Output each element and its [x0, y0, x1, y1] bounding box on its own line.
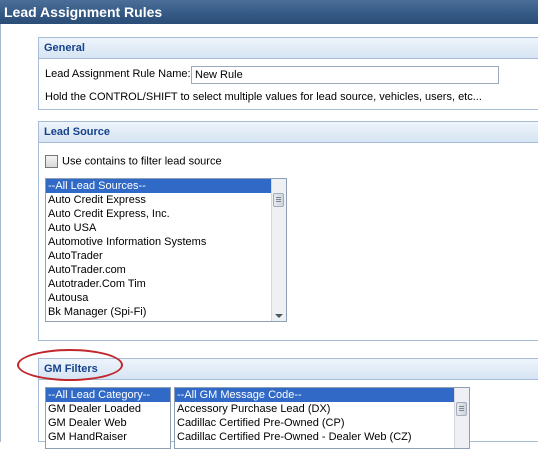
rule-name-input[interactable]: [191, 66, 499, 84]
list-item[interactable]: Autousa: [46, 291, 286, 305]
list-item[interactable]: Accessory Purchase Lead (DX): [175, 402, 469, 416]
annotation-circle: [17, 349, 123, 381]
general-heading: General: [39, 38, 538, 59]
list-item[interactable]: --All Lead Sources--: [46, 179, 286, 193]
lead-source-list[interactable]: --All Lead Sources-- Auto Credit Express…: [45, 178, 287, 322]
gm-message-code-scrollbar[interactable]: [454, 388, 469, 448]
contains-filter-row[interactable]: Use contains to filter lead source: [45, 155, 222, 168]
list-item[interactable]: Auto USA: [46, 221, 286, 235]
contains-filter-checkbox[interactable]: [45, 155, 58, 168]
window-title: Lead Assignment Rules: [0, 0, 538, 24]
general-panel: General Lead Assignment Rule Name: Hold …: [38, 37, 538, 110]
list-item[interactable]: Auto Credit Express: [46, 193, 286, 207]
lead-source-panel: Lead Source Use contains to filter lead …: [38, 121, 538, 341]
list-item[interactable]: Automotive Information Systems: [46, 235, 286, 249]
list-item[interactable]: --All GM Message Code--: [175, 388, 455, 402]
contains-filter-label: Use contains to filter lead source: [62, 155, 222, 168]
list-item[interactable]: Autotrader.Com Tim: [46, 277, 286, 291]
list-item[interactable]: Cadillac Certified Pre-Owned (CP): [175, 416, 469, 430]
lead-source-heading: Lead Source: [39, 122, 538, 143]
list-item[interactable]: GM Dealer Web: [46, 416, 170, 430]
gm-message-code-list[interactable]: --All GM Message Code-- Accessory Purcha…: [174, 387, 470, 449]
list-item[interactable]: --All Lead Category--: [46, 388, 170, 402]
rule-name-label: Lead Assignment Rule Name:: [45, 68, 191, 80]
multi-select-hint: Hold the CONTROL/SHIFT to select multipl…: [45, 91, 482, 103]
list-item[interactable]: AutoTrader: [46, 249, 286, 263]
list-item[interactable]: AutoTrader.com: [46, 263, 286, 277]
gm-category-list[interactable]: --All Lead Category-- GM Dealer Loaded G…: [45, 387, 171, 449]
list-item[interactable]: Bk Manager (Spi-Fi): [46, 305, 286, 319]
list-item[interactable]: Auto Credit Express, Inc.: [46, 207, 286, 221]
scrollbar-thumb[interactable]: [456, 402, 467, 416]
list-item[interactable]: GM Dealer Loaded: [46, 402, 170, 416]
lead-source-scrollbar[interactable]: [271, 179, 286, 321]
scroll-down-icon[interactable]: [275, 314, 283, 318]
scrollbar-thumb[interactable]: [273, 193, 284, 207]
